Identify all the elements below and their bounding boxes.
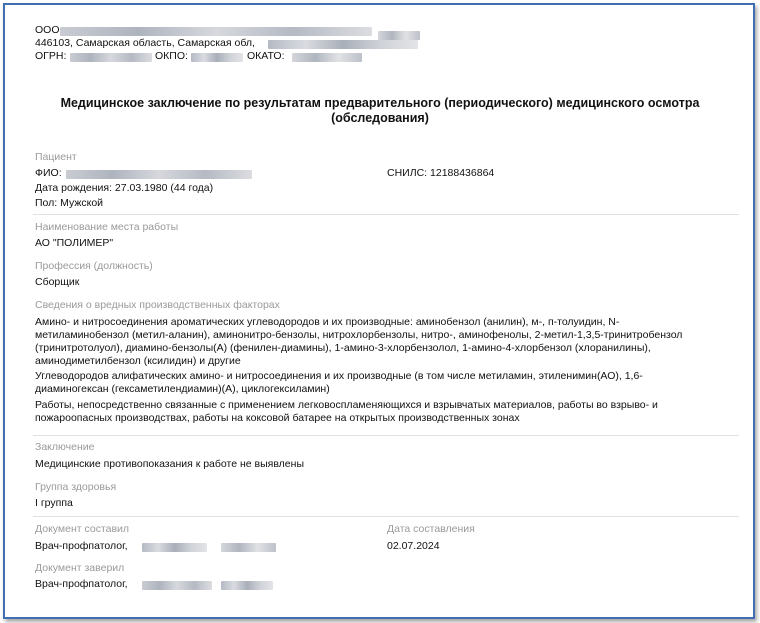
document-title: Медицинское заключение по результатам пр…: [60, 96, 700, 125]
redacted-org-name: [60, 27, 372, 36]
certified-by-label: Документ заверил: [35, 562, 125, 574]
okato-label: ОКАТО:: [247, 50, 285, 62]
hazards-label: Сведения о вредных производственных факт…: [35, 299, 280, 311]
hazard-line: метиламинобензол (метил-аланин), аминони…: [35, 329, 683, 341]
org-name-prefix: ООО: [35, 24, 60, 36]
hazard-item: Углеводородов алифатических амино- и нит…: [35, 370, 715, 396]
hazard-line: аминодиметилбензол (ксилидин) и другие: [35, 355, 241, 367]
health-group-value: I группа: [35, 497, 73, 509]
redacted-okpo: [191, 53, 243, 62]
redacted-composer-initials: [221, 543, 276, 552]
hazard-line: диаминогексан (гексаметилендиамин)(А), ц…: [35, 383, 330, 395]
divider: [33, 214, 739, 215]
health-group-label: Группа здоровья: [35, 481, 117, 493]
redacted-okato: [292, 53, 362, 62]
birth-date: Дата рождения: 27.03.1980 (44 года): [35, 182, 214, 194]
redacted-patient-name: [66, 170, 252, 179]
redacted-certifier-name: [142, 581, 212, 590]
divider: [33, 435, 739, 436]
snils-value: СНИЛС: 12188436864: [387, 167, 495, 179]
profession-label: Профессия (должность): [35, 260, 153, 272]
medical-conclusion-document: ООО 446103, Самарская область, Самарская…: [0, 0, 760, 623]
conclusion-value: Медицинские противопоказания к работе не…: [35, 458, 304, 470]
workplace-label: Наименование места работы: [35, 221, 179, 233]
redacted-ogrn: [70, 53, 152, 62]
composed-date-value: 02.07.2024: [387, 540, 440, 552]
redacted-composer-name: [142, 543, 207, 552]
org-address: 446103, Самарская область, Самарская обл…: [35, 37, 255, 49]
composed-by-label: Документ составил: [35, 523, 130, 535]
hazard-item: Работы, непосредственно связанные с прим…: [35, 399, 715, 425]
composed-by-value: Врач-профпатолог,: [35, 540, 128, 552]
composed-date-label: Дата составления: [387, 523, 475, 535]
certified-by-value: Врач-профпатолог,: [35, 578, 128, 590]
conclusion-label: Заключение: [35, 441, 95, 453]
divider: [33, 516, 739, 517]
hazard-line: пожароопасных производствах, работы на к…: [35, 412, 520, 424]
patient-sex: Пол: Мужской: [35, 197, 104, 209]
hazard-line: Углеводородов алифатических амино- и нит…: [35, 370, 643, 382]
hazard-item: Амино- и нитросоединения ароматических у…: [35, 316, 715, 368]
redacted-org-name-tail: [378, 31, 420, 40]
hazard-line: Амино- и нитросоединения ароматических у…: [35, 316, 620, 328]
hazard-line: (тринитротолуол), диамино-бензолы(А) (фе…: [35, 342, 651, 354]
workplace-value: АО "ПОЛИМЕР": [35, 237, 114, 249]
okpo-label: ОКПО:: [155, 50, 188, 62]
profession-value: Сборщик: [35, 276, 80, 288]
ogrn-label: ОГРН:: [35, 50, 67, 62]
patient-section-label: Пациент: [35, 151, 77, 163]
redacted-org-address: [268, 40, 418, 49]
hazard-line: Работы, непосредственно связанные с прим…: [35, 399, 658, 411]
fio-label: ФИО:: [35, 167, 62, 179]
redacted-certifier-initials: [221, 581, 273, 590]
